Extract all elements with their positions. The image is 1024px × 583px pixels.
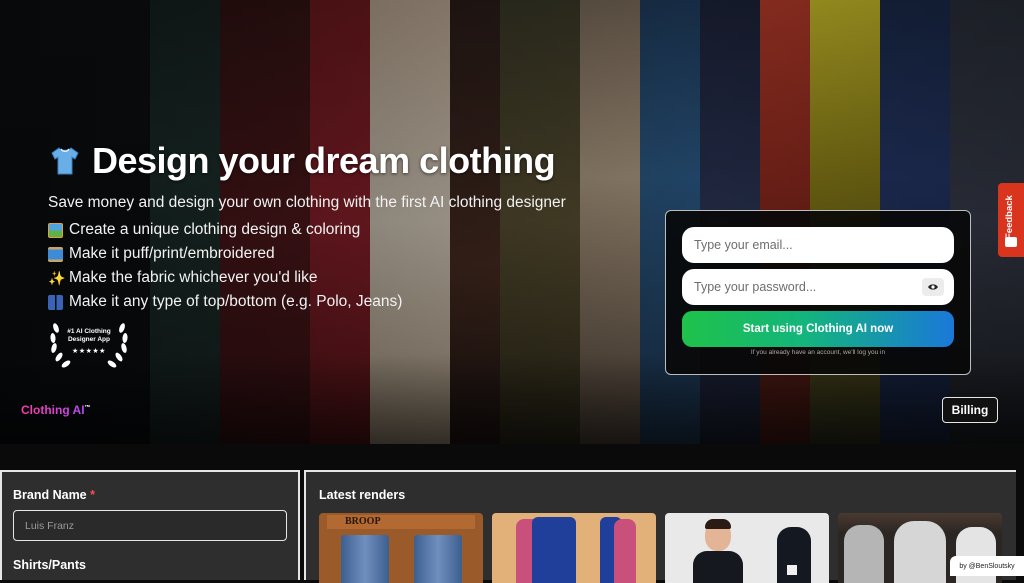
email-field[interactable]: Type your email... bbox=[682, 227, 954, 263]
hero-section: Design your dream clothing Save money an… bbox=[0, 0, 1024, 444]
show-password-icon[interactable] bbox=[922, 278, 944, 296]
signup-card: Type your email... Type your password...… bbox=[665, 210, 971, 375]
feature-item: ✨ Make the fabric whichever you'd like bbox=[48, 266, 402, 290]
feature-text: Make it any type of top/bottom (e.g. Pol… bbox=[69, 293, 403, 310]
award-title: #1 AI Clothing Designer App bbox=[67, 328, 111, 343]
trademark-mark: ™ bbox=[84, 405, 91, 411]
login-note: If you already have an account, we'll lo… bbox=[750, 349, 886, 356]
thread-spool-icon bbox=[48, 246, 63, 262]
brand-name-input[interactable]: Luis Franz bbox=[13, 510, 287, 541]
brand-name-placeholder: Luis Franz bbox=[25, 519, 75, 532]
design-form-panel: Brand Name * Luis Franz Shirts/Pants bbox=[0, 470, 300, 580]
latest-renders-panel: Latest renders BROOP bbox=[304, 470, 1016, 583]
required-mark: * bbox=[90, 488, 95, 502]
page-title: Design your dream clothing bbox=[48, 140, 556, 182]
brand-name-label: Brand Name * bbox=[13, 488, 95, 502]
render-thumbnail[interactable] bbox=[492, 513, 656, 583]
password-placeholder: Type your password... bbox=[694, 280, 817, 294]
brand-name: Clothing AI bbox=[21, 403, 85, 417]
feature-item: Make it any type of top/bottom (e.g. Pol… bbox=[48, 290, 402, 314]
email-placeholder: Type your email... bbox=[694, 238, 793, 252]
award-stars: ★★★★★ bbox=[72, 348, 106, 355]
render-thumbnail[interactable] bbox=[665, 513, 829, 583]
feedback-tab[interactable]: Feedback bbox=[998, 183, 1024, 257]
start-button[interactable]: Start using Clothing AI now bbox=[682, 311, 954, 347]
renders-title: Latest renders bbox=[319, 488, 406, 502]
brand-name-label-text: Brand Name bbox=[13, 488, 87, 502]
shirts-pants-label: Shirts/Pants bbox=[13, 558, 86, 572]
billing-button[interactable]: Billing bbox=[942, 397, 998, 423]
award-badge: #1 AI Clothing Designer App ★★★★★ bbox=[48, 314, 130, 372]
render-caption: BROOP bbox=[345, 516, 381, 527]
feature-text: Create a unique clothing design & colori… bbox=[69, 221, 361, 238]
sparkles-icon: ✨ bbox=[48, 269, 66, 286]
tshirt-icon bbox=[48, 144, 82, 178]
jeans-icon bbox=[48, 294, 63, 310]
render-thumbnail[interactable]: BROOP bbox=[319, 513, 483, 583]
feature-text: Make the fabric whichever you'd like bbox=[69, 269, 318, 286]
picture-icon bbox=[48, 222, 63, 238]
feature-item: Create a unique clothing design & colori… bbox=[48, 218, 402, 242]
password-field[interactable]: Type your password... bbox=[682, 269, 954, 305]
feature-item: Make it puff/print/embroidered bbox=[48, 242, 402, 266]
feature-text: Make it puff/print/embroidered bbox=[69, 245, 275, 262]
credit-badge[interactable]: by @BenSloutsky bbox=[950, 556, 1024, 576]
brand-logo[interactable]: Clothing AI™ bbox=[21, 403, 91, 417]
feature-list: Create a unique clothing design & colori… bbox=[48, 218, 402, 314]
feedback-label: Feedback bbox=[1004, 195, 1015, 239]
hero-subtitle: Save money and design your own clothing … bbox=[48, 194, 566, 211]
feedback-icon bbox=[1005, 237, 1017, 247]
headline-text: Design your dream clothing bbox=[92, 140, 556, 181]
